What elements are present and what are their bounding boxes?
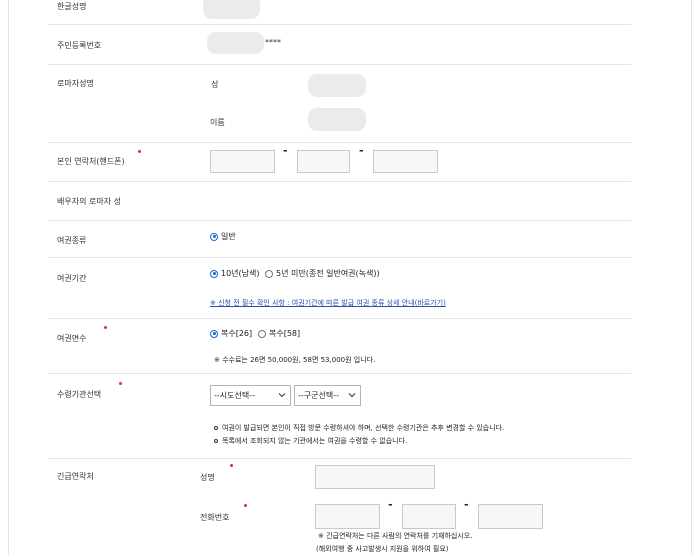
pickup-note-1: 여권이 발급되면 본인이 직접 방문 수령하셔야 하며, 선택한 수령기관은 추… bbox=[214, 423, 504, 433]
surname-input[interactable] bbox=[308, 74, 366, 97]
passport-type-label: 여권종류 bbox=[57, 236, 87, 245]
row-page-count bbox=[48, 319, 631, 374]
korean-name-value bbox=[203, 0, 260, 19]
radio-selected-icon bbox=[210, 269, 218, 278]
given-name-input[interactable] bbox=[308, 108, 366, 131]
row-passport-type bbox=[48, 221, 631, 258]
row-spouse-surname bbox=[48, 182, 631, 221]
passport-type-radio-general[interactable]: 일반 bbox=[210, 231, 236, 242]
required-dot bbox=[230, 464, 233, 467]
mobile-label: 본인 연락처(핸드폰) bbox=[57, 157, 125, 166]
right-border bbox=[691, 0, 692, 555]
emergency-note-2: (해외여행 중 사고발생시 지원을 위하여 필요) bbox=[316, 545, 449, 553]
emergency-phone-label: 전화번호 bbox=[200, 513, 230, 522]
validity-radio-5yr[interactable]: 5년 미만(종전 일반여권(녹색)) bbox=[265, 268, 380, 279]
emergency-phone-input-2[interactable] bbox=[402, 504, 456, 529]
left-border bbox=[8, 0, 9, 555]
radio-selected-icon bbox=[210, 329, 218, 338]
pickup-note-text: 목록에서 조회되지 않는 기관에서는 여권을 수령할 수 없습니다. bbox=[222, 437, 408, 445]
required-dot bbox=[119, 382, 122, 385]
emergency-name-input[interactable] bbox=[315, 465, 435, 489]
radio-selected-icon bbox=[210, 232, 218, 241]
pickup-office-label: 수령기관선택 bbox=[57, 390, 102, 399]
validity-option-label: 10년(남색) bbox=[221, 269, 260, 278]
page-count-option-label: 복수[58] bbox=[269, 329, 301, 338]
resident-number-value bbox=[207, 32, 264, 54]
page-count-option-label: 복수[26] bbox=[221, 329, 253, 338]
fee-note: ※ 수수료는 26면 50,000원, 58면 53,000원 입니다. bbox=[214, 356, 376, 364]
required-dot bbox=[138, 150, 141, 153]
validity-notice-link[interactable]: ※ 신청 전 필수 확인 사항 : 여권기간에 따른 발급 여권 종류 상세 안… bbox=[210, 298, 446, 308]
validity-radio-10yr[interactable]: 10년(남색) bbox=[210, 268, 260, 279]
emergency-phone-separator-2: - bbox=[464, 498, 469, 511]
roman-name-label: 로마자성명 bbox=[57, 79, 94, 88]
emergency-phone-input-3[interactable] bbox=[478, 504, 543, 529]
emergency-phone-input-1[interactable] bbox=[315, 504, 380, 529]
mobile-input-1[interactable] bbox=[210, 150, 275, 173]
required-dot bbox=[244, 504, 247, 507]
mobile-input-3[interactable] bbox=[373, 150, 438, 173]
pickup-note-2: 목록에서 조회되지 않는 기관에서는 여권을 수령할 수 없습니다. bbox=[214, 436, 407, 446]
radio-unselected-icon bbox=[265, 269, 273, 278]
row-resident-number bbox=[48, 25, 631, 65]
resident-number-label: 주민등록번호 bbox=[57, 41, 102, 50]
page-count-label: 여권면수 bbox=[57, 334, 87, 343]
mobile-input-2[interactable] bbox=[297, 150, 350, 173]
passport-type-option-label: 일반 bbox=[221, 232, 236, 241]
pickup-note-text: 여권이 발급되면 본인이 직접 방문 수령하셔야 하며, 선택한 수령기관은 추… bbox=[222, 424, 505, 432]
radio-unselected-icon bbox=[258, 329, 266, 338]
bullet-icon bbox=[214, 439, 218, 443]
emergency-contact-label: 긴급연락처 bbox=[57, 472, 94, 481]
resident-number-mask: **** bbox=[265, 38, 281, 47]
chevron-down-icon bbox=[348, 393, 356, 398]
validity-option-label: 5년 미만(종전 일반여권(녹색)) bbox=[276, 269, 380, 278]
page-count-radio-26[interactable]: 복수[26] bbox=[210, 328, 252, 339]
province-select[interactable]: --시도선택-- bbox=[210, 385, 291, 406]
emergency-note-1: ※ 긴급연락처는 다른 사람의 연락처를 기재하십시오. bbox=[318, 532, 473, 540]
chevron-down-icon bbox=[278, 393, 286, 398]
district-select-value: --구군선택-- bbox=[298, 391, 339, 400]
passport-validity-label: 여권기간 bbox=[57, 274, 87, 283]
surname-label: 성 bbox=[211, 80, 219, 89]
row-korean-name bbox=[48, 0, 631, 25]
spouse-surname-label: 배우자의 로마자 성 bbox=[57, 197, 121, 206]
emergency-phone-separator-1: - bbox=[388, 498, 393, 511]
given-name-label: 이름 bbox=[210, 118, 225, 127]
mobile-separator-1: - bbox=[283, 144, 288, 157]
emergency-name-label: 성명 bbox=[200, 473, 215, 482]
district-select[interactable]: --구군선택-- bbox=[294, 385, 361, 406]
required-dot bbox=[104, 326, 107, 329]
mobile-separator-2: - bbox=[359, 144, 364, 157]
province-select-value: --시도선택-- bbox=[214, 391, 255, 400]
page-count-radio-58[interactable]: 복수[58] bbox=[258, 328, 300, 339]
korean-name-label: 한글성명 bbox=[57, 2, 87, 11]
bullet-icon bbox=[214, 426, 218, 430]
